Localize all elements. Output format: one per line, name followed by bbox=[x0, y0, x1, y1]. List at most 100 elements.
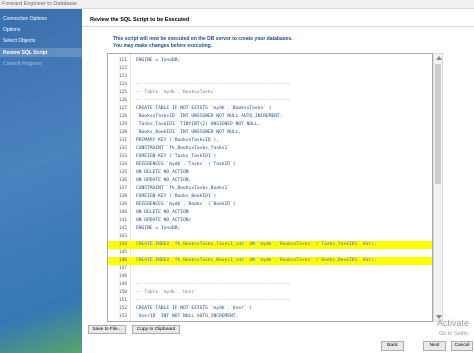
editor-vertical-scrollbar[interactable] bbox=[433, 53, 443, 322]
line-number: 151 bbox=[118, 298, 127, 303]
code-line[interactable]: 140 ON DELETE NO ACTION bbox=[108, 209, 432, 217]
description-line-2: You may make changes before executing. bbox=[113, 43, 213, 49]
code-line[interactable]: 152 CREATE TABLE IF NOT EXISTS `mydb`.`Us… bbox=[108, 305, 432, 313]
line-number: 142 bbox=[118, 226, 127, 231]
line-number: 143 bbox=[118, 234, 127, 239]
page-header: Review the SQL Script to be Executed bbox=[82, 9, 474, 27]
code-text: CREATE TABLE IF NOT EXISTS `mydb`.`User`… bbox=[136, 306, 253, 311]
line-number: 129 bbox=[118, 122, 127, 127]
code-line[interactable]: 123 bbox=[108, 73, 432, 81]
copy-to-clipboard-button[interactable]: Copy to Clipboard bbox=[132, 325, 180, 334]
highlighted-code-line[interactable]: 146 CREATE INDEX `fk_BooksxTasks_Books1_i… bbox=[108, 257, 432, 265]
sidebar-item-review-sql-script[interactable]: Review SQL Script bbox=[3, 50, 47, 56]
line-number: 146 bbox=[118, 258, 127, 263]
code-text: CONSTRAINT `fk_BooksxTasks_Tasks1` bbox=[136, 146, 231, 151]
code-line[interactable]: 143 bbox=[108, 233, 432, 241]
code-line[interactable]: 147 bbox=[108, 265, 432, 273]
code-line[interactable]: 137 CONSTRAINT `fk_BooksxTasks_Books1` bbox=[108, 185, 432, 193]
code-text: ON UPDATE NO ACTION) bbox=[136, 218, 192, 223]
code-line[interactable]: 135 ON DELETE NO ACTION bbox=[108, 169, 432, 177]
code-text: ENGINE = InnoDB; bbox=[136, 58, 181, 63]
line-number: 125 bbox=[118, 90, 127, 95]
code-line[interactable]: 136 ON UPDATE NO ACTION, bbox=[108, 177, 432, 185]
line-number: 132 bbox=[118, 146, 127, 151]
next-button[interactable]: Next bbox=[423, 341, 446, 351]
code-line[interactable]: 149 -- ----------------------------------… bbox=[108, 281, 432, 289]
page-title: Review the SQL Script to be Executed bbox=[90, 17, 190, 23]
line-number: 130 bbox=[118, 130, 127, 135]
line-number: 135 bbox=[118, 170, 127, 175]
line-number: 147 bbox=[118, 266, 127, 271]
code-line[interactable]: 129 `Tasks_TaskID1` TINYINT(2) UNSIGNED … bbox=[108, 121, 432, 129]
code-text: -- -------------------------------------… bbox=[136, 282, 291, 287]
cancel-button[interactable]: Cancel bbox=[451, 341, 473, 351]
code-line[interactable]: 141 ON UPDATE NO ACTION) bbox=[108, 217, 432, 225]
code-text: ON UPDATE NO ACTION, bbox=[136, 178, 192, 183]
code-line[interactable]: 145 bbox=[108, 249, 432, 257]
save-to-file-button[interactable]: Save to File... bbox=[88, 325, 126, 334]
code-line[interactable]: 134 REFERENCES `mydb`.`Tasks` (`TaskID`) bbox=[108, 161, 432, 169]
code-line[interactable]: 151 -- ----------------------------------… bbox=[108, 297, 432, 305]
sidebar-item-commit-progress: Commit Progress bbox=[3, 61, 42, 67]
code-text: FOREIGN KEY (`Books_BookID1`) bbox=[136, 194, 217, 199]
line-number: 139 bbox=[118, 202, 127, 207]
code-text: -- Table `mydb`.`BooksxTasks` bbox=[136, 90, 217, 95]
line-number: 144 bbox=[118, 242, 127, 247]
watermark-line-2: Go to Settin bbox=[439, 331, 469, 337]
code-text: `BooksxTasksID` INT UNSIGNED NOT NULL AU… bbox=[136, 114, 283, 119]
line-number: 149 bbox=[118, 282, 127, 287]
line-number: 150 bbox=[118, 290, 127, 295]
highlighted-code-line[interactable]: 144 CREATE INDEX `fk_BooksxTasks_Tasks1_i… bbox=[108, 241, 432, 249]
sidebar-item-options[interactable]: Options bbox=[3, 27, 20, 33]
line-number: 128 bbox=[118, 114, 127, 119]
code-line[interactable]: 125 -- Table `mydb`.`BooksxTasks` bbox=[108, 89, 432, 97]
line-number: 123 bbox=[118, 74, 127, 79]
line-number: 126 bbox=[118, 98, 127, 103]
code-text: REFERENCES `mydb`.`Tasks` (`TaskID`) bbox=[136, 162, 236, 167]
line-number: 127 bbox=[118, 106, 127, 111]
line-number: 138 bbox=[118, 194, 127, 199]
line-number: 153 bbox=[118, 314, 127, 319]
code-text: -- Table `mydb`.`User` bbox=[136, 290, 197, 295]
sidebar-item-select-objects[interactable]: Select Objects bbox=[3, 38, 35, 44]
code-text: -- -------------------------------------… bbox=[136, 98, 291, 103]
main-content: Review the SQL Script to be Executed Thi… bbox=[82, 9, 474, 353]
code-line[interactable]: 122 bbox=[108, 65, 432, 73]
code-line[interactable]: 121 ENGINE = InnoDB; bbox=[108, 57, 432, 65]
code-line[interactable]: 133 FOREIGN KEY (`Tasks_TaskID1`) bbox=[108, 153, 432, 161]
scrollbar-thumb[interactable] bbox=[435, 64, 441, 184]
code-text: `Tasks_TaskID1` TINYINT(2) UNSIGNED NOT … bbox=[136, 122, 261, 127]
code-line[interactable]: 142 ENGINE = InnoDB; bbox=[108, 225, 432, 233]
code-text: `Books_BookID1` INT UNSIGNED NOT NULL, bbox=[136, 130, 242, 135]
code-line[interactable]: 132 CONSTRAINT `fk_BooksxTasks_Tasks1` bbox=[108, 145, 432, 153]
code-line[interactable]: 126 -- ----------------------------------… bbox=[108, 97, 432, 105]
sidebar-item-connection-options[interactable]: Connection Options bbox=[3, 16, 47, 22]
code-line[interactable]: 153 `UserID` INT NOT NULL AUTO_INCREMENT… bbox=[108, 313, 432, 321]
code-text: FOREIGN KEY (`Tasks_TaskID1`) bbox=[136, 154, 217, 159]
code-line[interactable]: 139 REFERENCES `mydb`.`Books` (`BookID`) bbox=[108, 201, 432, 209]
code-line[interactable]: 138 FOREIGN KEY (`Books_BookID1`) bbox=[108, 193, 432, 201]
code-line[interactable]: 128 `BooksxTasksID` INT UNSIGNED NOT NUL… bbox=[108, 113, 432, 121]
sql-script-editor[interactable]: 121 ENGINE = InnoDB; 122 123 124 -- ---------… bbox=[107, 53, 433, 322]
line-number: 133 bbox=[118, 154, 127, 159]
code-line[interactable]: 130 `Books_BookID1` INT UNSIGNED NOT NUL… bbox=[108, 129, 432, 137]
line-number: 134 bbox=[118, 162, 127, 167]
wizard-sidebar: Connection Options Options Select Object… bbox=[0, 9, 82, 353]
code-text: -- -------------------------------------… bbox=[136, 298, 291, 303]
back-button[interactable]: Back bbox=[381, 341, 404, 351]
line-number: 122 bbox=[118, 66, 127, 71]
code-text: -- -------------------------------------… bbox=[136, 82, 291, 87]
code-line[interactable]: 148 bbox=[108, 273, 432, 281]
code-line[interactable]: 124 -- ----------------------------------… bbox=[108, 81, 432, 89]
line-number: 141 bbox=[118, 218, 127, 223]
line-number: 124 bbox=[118, 82, 127, 87]
code-line[interactable]: 150 -- Table `mydb`.`User` bbox=[108, 289, 432, 297]
code-line[interactable]: 127 CREATE TABLE IF NOT EXISTS `mydb`.`Bo… bbox=[108, 105, 432, 113]
code-text: ON DELETE NO ACTION bbox=[136, 210, 189, 215]
window-title: Forward Engineer to Database bbox=[2, 1, 77, 7]
line-number: 131 bbox=[118, 138, 127, 143]
code-line[interactable]: 131 PRIMARY KEY (`BooksxTasksID`), bbox=[108, 137, 432, 145]
scroll-up-icon[interactable] bbox=[436, 56, 442, 60]
line-number: 121 bbox=[118, 58, 127, 63]
window-titlebar: Forward Engineer to Database bbox=[0, 0, 474, 9]
